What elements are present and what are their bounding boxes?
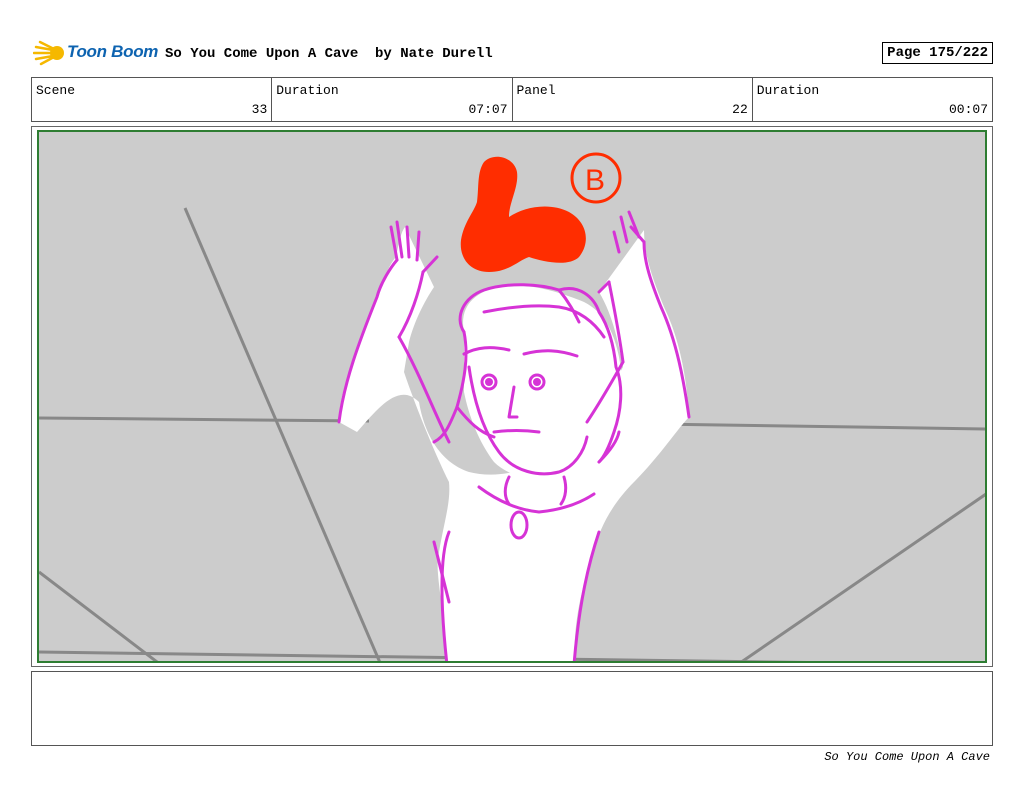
panel-info-table: Scene 33 Duration 07:07 Panel 22 Duratio… bbox=[31, 77, 993, 122]
scene-duration-value: 07:07 bbox=[468, 102, 508, 117]
panel-cell: Panel 22 bbox=[513, 78, 753, 121]
scene-cell: Scene 33 bbox=[32, 78, 273, 121]
scene-duration-cell: Duration 07:07 bbox=[272, 78, 513, 121]
scene-value: 33 bbox=[251, 102, 268, 117]
toon-boom-logo: Toon Boom bbox=[32, 38, 159, 68]
character-sketch bbox=[337, 210, 691, 661]
panel-sketch: B bbox=[39, 152, 985, 661]
scene-duration-label: Duration bbox=[276, 83, 339, 98]
storyboard-title: So You Come Upon A Cave by Nate Durell bbox=[165, 46, 493, 62]
footer-title: So You Come Upon A Cave bbox=[824, 750, 990, 764]
logo-text: Toon Boom bbox=[67, 42, 159, 61]
dialogue-notes-box bbox=[31, 671, 993, 746]
storyboard-header: Toon Boom So You Come Upon A Cave by Nat… bbox=[32, 38, 993, 70]
annotation-b-mark: B bbox=[570, 152, 622, 204]
page-number: Page 175/222 bbox=[882, 42, 993, 64]
panel-duration-cell: Duration 00:07 bbox=[753, 78, 992, 121]
butterfly-sketch bbox=[460, 156, 586, 272]
starburst-icon bbox=[32, 40, 64, 66]
panel-duration-label: Duration bbox=[756, 83, 820, 98]
panel-drawing: B bbox=[37, 130, 987, 663]
panel-duration-value: 00:07 bbox=[948, 102, 988, 117]
annotation-b-letter: B bbox=[585, 164, 605, 197]
panel-value: 22 bbox=[732, 102, 748, 117]
panel-label: Panel bbox=[516, 83, 556, 98]
scene-label: Scene bbox=[36, 83, 76, 98]
